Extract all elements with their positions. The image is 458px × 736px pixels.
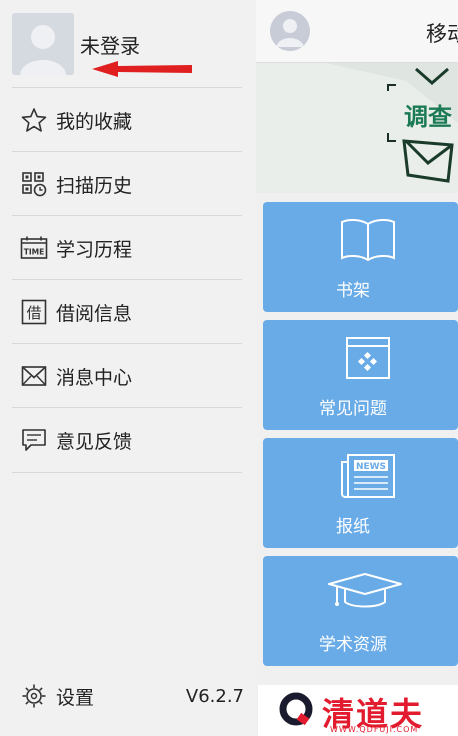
settings-row: 设置 V6.2.7 xyxy=(12,678,244,714)
svg-text:借: 借 xyxy=(26,304,41,322)
feedback-icon xyxy=(20,426,48,454)
watermark-q-icon xyxy=(279,692,313,726)
faq-window-icon xyxy=(343,334,393,382)
book-icon xyxy=(341,216,395,264)
menu-item-learning-history[interactable]: TIME 学习历程 xyxy=(12,215,242,280)
watermark-sub: WWW.QDFUJI.COM xyxy=(330,725,419,734)
tile-label-newspaper: 报纸 xyxy=(336,517,370,537)
profile-header[interactable]: 未登录 xyxy=(0,0,256,88)
main-content: 移动 调查 书架 常见问题 NEWS 报纸 学术资源 xyxy=(256,0,458,736)
news-icon-text: NEWS xyxy=(356,462,386,472)
gear-icon[interactable] xyxy=(20,682,48,710)
graduation-cap-icon xyxy=(328,570,402,618)
tile-academic-resources[interactable]: 学术资源 xyxy=(263,556,458,666)
menu-label-learning-history: 学习历程 xyxy=(56,238,133,261)
calendar-icon-text: TIME xyxy=(24,248,45,257)
watermark-logo: 清道夫 WWW.QDFUJI.COM xyxy=(258,685,458,736)
tile-label-bookshelf: 书架 xyxy=(336,281,370,301)
time-calendar-icon: TIME xyxy=(20,234,48,262)
page-title: 移动 xyxy=(426,22,458,46)
borrow-icon: 借 xyxy=(20,298,48,326)
tile-label-academic-resources: 学术资源 xyxy=(319,635,387,655)
menu-item-feedback[interactable]: 意见反馈 xyxy=(12,407,242,473)
newspaper-icon: NEWS xyxy=(341,452,395,500)
menu-label-favorites: 我的收藏 xyxy=(56,110,133,133)
envelope-icon xyxy=(20,362,48,390)
menu-item-scan-history[interactable]: 扫描历史 xyxy=(12,151,242,216)
banner-text: 调查 xyxy=(404,103,452,131)
menu-item-message-center[interactable]: 消息中心 xyxy=(12,343,242,408)
menu-label-scan-history: 扫描历史 xyxy=(56,174,133,197)
top-avatar[interactable] xyxy=(270,11,310,51)
avatar[interactable] xyxy=(12,13,74,75)
menu-label-feedback: 意见反馈 xyxy=(56,430,133,453)
side-drawer: 未登录 我的收藏 扫描历史 TIME 学习历程 借 借阅信息 消息中心 意见反馈… xyxy=(0,0,256,736)
menu-item-borrow-info[interactable]: 借 借阅信息 xyxy=(12,279,242,344)
top-bar: 移动 xyxy=(256,0,458,63)
survey-banner[interactable]: 调查 xyxy=(256,63,458,193)
version-label: V6.2.7 xyxy=(185,685,244,707)
qr-scan-history-icon xyxy=(20,170,48,198)
menu-item-favorites[interactable]: 我的收藏 xyxy=(12,87,242,152)
tile-faq[interactable]: 常见问题 xyxy=(263,320,458,430)
settings-label[interactable]: 设置 xyxy=(56,683,94,710)
menu-label-borrow-info: 借阅信息 xyxy=(56,302,133,325)
tile-bookshelf[interactable]: 书架 xyxy=(263,202,458,312)
red-arrow-annotation xyxy=(92,61,192,77)
login-status-label[interactable]: 未登录 xyxy=(80,30,140,59)
tile-label-faq: 常见问题 xyxy=(319,399,387,419)
star-icon xyxy=(20,106,48,134)
menu-label-message-center: 消息中心 xyxy=(56,366,133,389)
tile-newspaper[interactable]: NEWS 报纸 xyxy=(263,438,458,548)
